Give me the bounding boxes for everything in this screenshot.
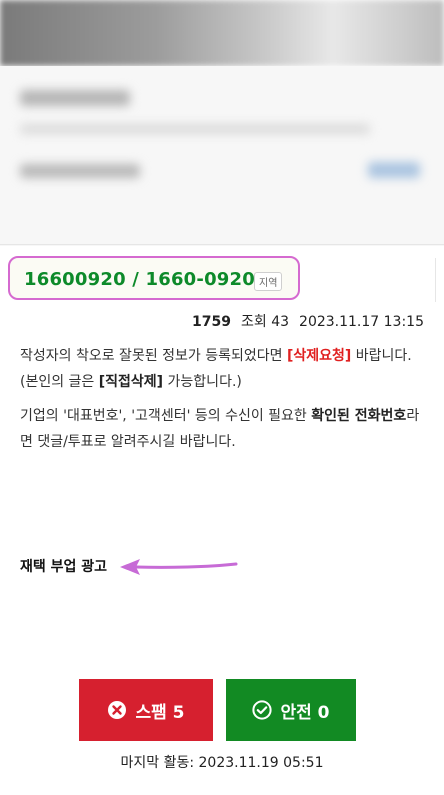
blurred-text xyxy=(368,162,420,178)
phone-number[interactable]: 16600920 / 1660-0920 xyxy=(24,269,255,290)
phone-number-box: 16600920 / 1660-0920 지역 xyxy=(8,256,300,300)
safe-vote-button[interactable]: 안전 0 xyxy=(226,679,356,741)
delete-request-notice: 작성자의 착오로 잘못된 정보가 등록되었다면 [삭제요청] 바랍니다. (본인… xyxy=(20,343,424,395)
notice-text: 작성자의 착오로 잘못된 정보가 등록되었다면 xyxy=(20,348,287,364)
post-count: 1759 xyxy=(192,314,231,330)
blurred-banner-image xyxy=(0,0,444,66)
pointer-arrow-icon xyxy=(120,559,238,575)
verified-number-notice: 기업의 '대표번호', '고객센터' 등의 수신이 필요한 확인된 전화번호라면… xyxy=(20,403,424,455)
last-activity: 마지막 활동: 2023.11.19 05:51 xyxy=(120,755,324,771)
safe-vote-label: 안전 0 xyxy=(280,702,330,723)
post-meta: 1759 조회 43 2023.11.17 13:15 xyxy=(192,311,424,331)
check-circle-icon xyxy=(252,700,273,720)
spam-vote-label: 스팸 5 xyxy=(135,702,185,723)
divider xyxy=(0,244,444,245)
verified-number-emphasis: 확인된 전화번호 xyxy=(311,408,407,424)
blurred-text xyxy=(20,90,130,106)
notice-text: 가능합니다.) xyxy=(163,374,242,390)
region-tag[interactable]: 지역 xyxy=(254,272,283,291)
notice-text: 기업의 '대표번호', '고객센터' 등의 수신이 필요한 xyxy=(20,408,312,424)
view-count: 조회 43 xyxy=(241,314,290,330)
x-circle-icon xyxy=(107,700,127,720)
divider xyxy=(435,258,436,302)
ad-category-label: 재택 부업 광고 xyxy=(20,559,108,575)
post-datetime: 2023.11.17 13:15 xyxy=(299,314,424,330)
blurred-text xyxy=(20,124,370,134)
delete-request-link[interactable]: [삭제요청] xyxy=(287,348,351,364)
blurred-text xyxy=(20,164,140,178)
self-delete-link[interactable]: [직접삭제] xyxy=(99,374,163,390)
spam-vote-button[interactable]: 스팸 5 xyxy=(79,679,213,741)
